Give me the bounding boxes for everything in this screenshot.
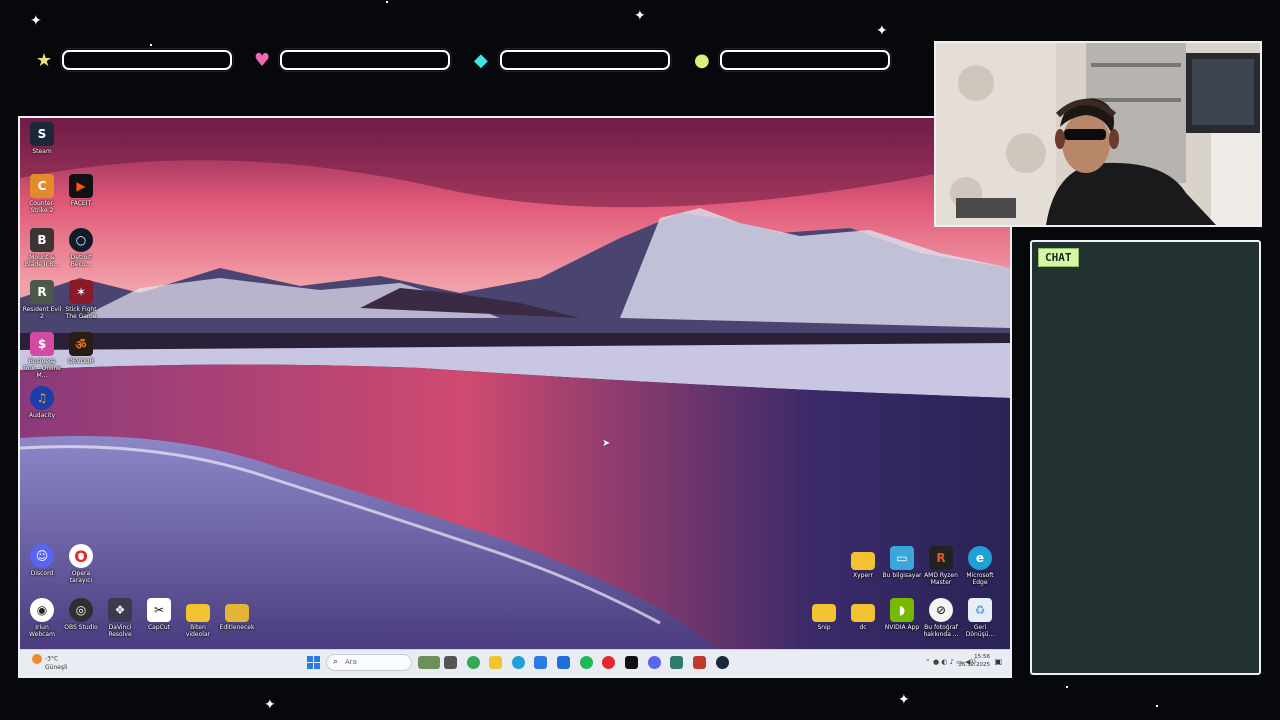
davinci-icon: ❖: [108, 598, 132, 622]
desktop-icon-devour[interactable]: ॐ DEVOUR: [61, 332, 101, 365]
sparkle-icon: ✦: [898, 692, 910, 708]
steam-icon[interactable]: [716, 656, 729, 669]
amd-icon: R: [929, 546, 953, 570]
sparkle-icon: ✦: [30, 13, 42, 29]
folder-icon: [851, 604, 875, 622]
stickfight-icon: ✶: [69, 280, 93, 304]
desktop-icon-editlenecek[interactable]: Editlenecek: [217, 598, 257, 631]
status-bar-empty: [498, 48, 672, 72]
desktop-icon-recycle-bin[interactable]: ♻ Geri Dönüşü...: [960, 598, 1000, 638]
sparkle-icon: ✦: [634, 8, 646, 24]
pc-icon: ▭: [890, 546, 914, 570]
star-icon: ★: [36, 50, 53, 71]
audacity-icon: ♫: [30, 386, 54, 410]
devour-icon: ॐ: [69, 332, 93, 356]
file-explorer-icon[interactable]: [418, 656, 440, 669]
re2-icon: R: [30, 280, 54, 304]
coin-icon: ●: [694, 50, 710, 71]
detroit-icon: ○: [69, 228, 93, 252]
desktop-icon-xyperr[interactable]: Xyperr: [843, 546, 883, 579]
edge-icon[interactable]: [512, 656, 525, 669]
search-icon: ⌕: [333, 657, 339, 667]
desktop-icon-steam[interactable]: S Steam: [22, 122, 62, 155]
start-button[interactable]: [307, 656, 320, 669]
desktop-icon-snip[interactable]: Snip: [804, 598, 844, 631]
bannerlord-icon: B: [30, 228, 54, 252]
weather-widget[interactable]: -3°C Güneşli: [32, 654, 67, 672]
mouse-cursor-icon: ➤: [602, 438, 611, 449]
iriun-icon: ◉: [30, 598, 54, 622]
mail-icon[interactable]: [557, 656, 570, 669]
desktop-icon-nvidia-app[interactable]: ◗ NVIDIA App: [882, 598, 922, 631]
status-bar-empty: [60, 48, 234, 72]
desktop-icon-iriun[interactable]: ◉ Iriun Webcam: [22, 598, 62, 638]
desktop-icon-obs[interactable]: ◎ OBS Studio: [61, 598, 101, 631]
desktop-icon-photo-info[interactable]: ⊘ Bu fotoğraf hakkında ...: [921, 598, 961, 638]
desktop-icon-cs2[interactable]: C Counter-Strike 2: [22, 174, 62, 214]
taskbar-search-input[interactable]: ⌕ Ara: [326, 654, 412, 671]
desktop-icon-bu-bilgisayar[interactable]: ▭ Bu bilgisayar: [882, 546, 922, 579]
desktop-icon-biten-videolar[interactable]: Biten videolar: [178, 598, 218, 638]
capcut-icon: ✂: [147, 598, 171, 622]
chrome-icon[interactable]: [467, 656, 480, 669]
folder-icon: [186, 604, 210, 622]
capcut-icon[interactable]: [625, 656, 638, 669]
desktop-icon-faceit[interactable]: ▶ FACEIT: [61, 174, 101, 207]
desktop-icon-stickfight[interactable]: ✶ Stick Fight The Game: [61, 280, 101, 320]
desktop-icon-opera[interactable]: O Opera tarayıcı: [61, 544, 101, 584]
spotify-icon[interactable]: [580, 656, 593, 669]
desktop-icon-davinci[interactable]: ❖ DaVinci Resolve: [100, 598, 140, 638]
folder-icon: [225, 604, 249, 622]
steam-icon: S: [30, 122, 54, 146]
edge-icon: e: [968, 546, 992, 570]
desktop-icon-bannerlord[interactable]: B Mount & Blade II B...: [22, 228, 62, 268]
chat-title: CHAT: [1038, 248, 1079, 267]
status-bar-empty: [278, 48, 452, 72]
taskbar-clock[interactable]: 15:56 26.12.2025: [959, 653, 991, 669]
taskbar: -3°C Güneşli ⌕ Ara ⌃ ● ◐ ♪ ▭ ◀)) 15:56 2…: [20, 649, 1010, 676]
store-icon[interactable]: [534, 656, 547, 669]
sparkle-dot: [1156, 705, 1158, 707]
folder-icon: [812, 604, 836, 622]
desktop-icon-amd-ryzen-master[interactable]: R AMD Ryzen Master: [921, 546, 961, 586]
app-icon[interactable]: [670, 656, 683, 669]
taskview-icon[interactable]: [444, 656, 457, 669]
desktop-icon-audacity[interactable]: ♫ Audacity: [22, 386, 62, 419]
desktop-icon-discord[interactable]: ☺ Discord: [22, 544, 62, 577]
opera-icon: O: [69, 544, 93, 568]
faceit-icon: ▶: [69, 174, 93, 198]
desktop-screen: S Steam C Counter-Strike 2 ▶ FACEIT B Mo…: [18, 116, 1012, 678]
recycle-bin-icon: ♻: [968, 598, 992, 622]
obs-icon: ◎: [69, 598, 93, 622]
sparkle-icon: ✦: [876, 23, 888, 39]
weather-sun-icon: [32, 654, 42, 664]
webcam-image: [936, 43, 1260, 225]
discord-icon[interactable]: [648, 656, 661, 669]
desktop-icon-edge[interactable]: e Microsoft Edge: [960, 546, 1000, 586]
sparkle-dot: [1066, 686, 1068, 688]
sparkle-dot: [386, 1, 388, 3]
desktop-icon-re2[interactable]: R Resident Evil 2: [22, 280, 62, 320]
sparkle-icon: ✦: [264, 697, 276, 713]
folder-icon[interactable]: [489, 656, 502, 669]
gem-icon: ◆: [474, 50, 488, 71]
chat-panel: CHAT: [1030, 240, 1261, 675]
webcam-feed: [934, 41, 1262, 227]
desktop-icon-businesstour[interactable]: $ Business Tour - Online M...: [22, 332, 62, 379]
info-icon: ⊘: [929, 598, 953, 622]
notification-icon[interactable]: ▣: [994, 657, 1002, 666]
desktop-icon-capcut[interactable]: ✂ CapCut: [139, 598, 179, 631]
desktop-icon-dc[interactable]: dc: [843, 598, 883, 631]
discord-icon: ☺: [30, 544, 54, 568]
cs2-icon: C: [30, 174, 54, 198]
sparkle-dot: [150, 44, 152, 46]
businesstour-icon: $: [30, 332, 54, 356]
opera-icon[interactable]: [602, 656, 615, 669]
heart-icon: ♥: [254, 50, 271, 71]
status-bar-empty: [718, 48, 892, 72]
desktop-icon-detroit[interactable]: ○ Detroit Beco...: [61, 228, 101, 268]
folder-icon: [851, 552, 875, 570]
nvidia-icon: ◗: [890, 598, 914, 622]
davinci-icon[interactable]: [693, 656, 706, 669]
